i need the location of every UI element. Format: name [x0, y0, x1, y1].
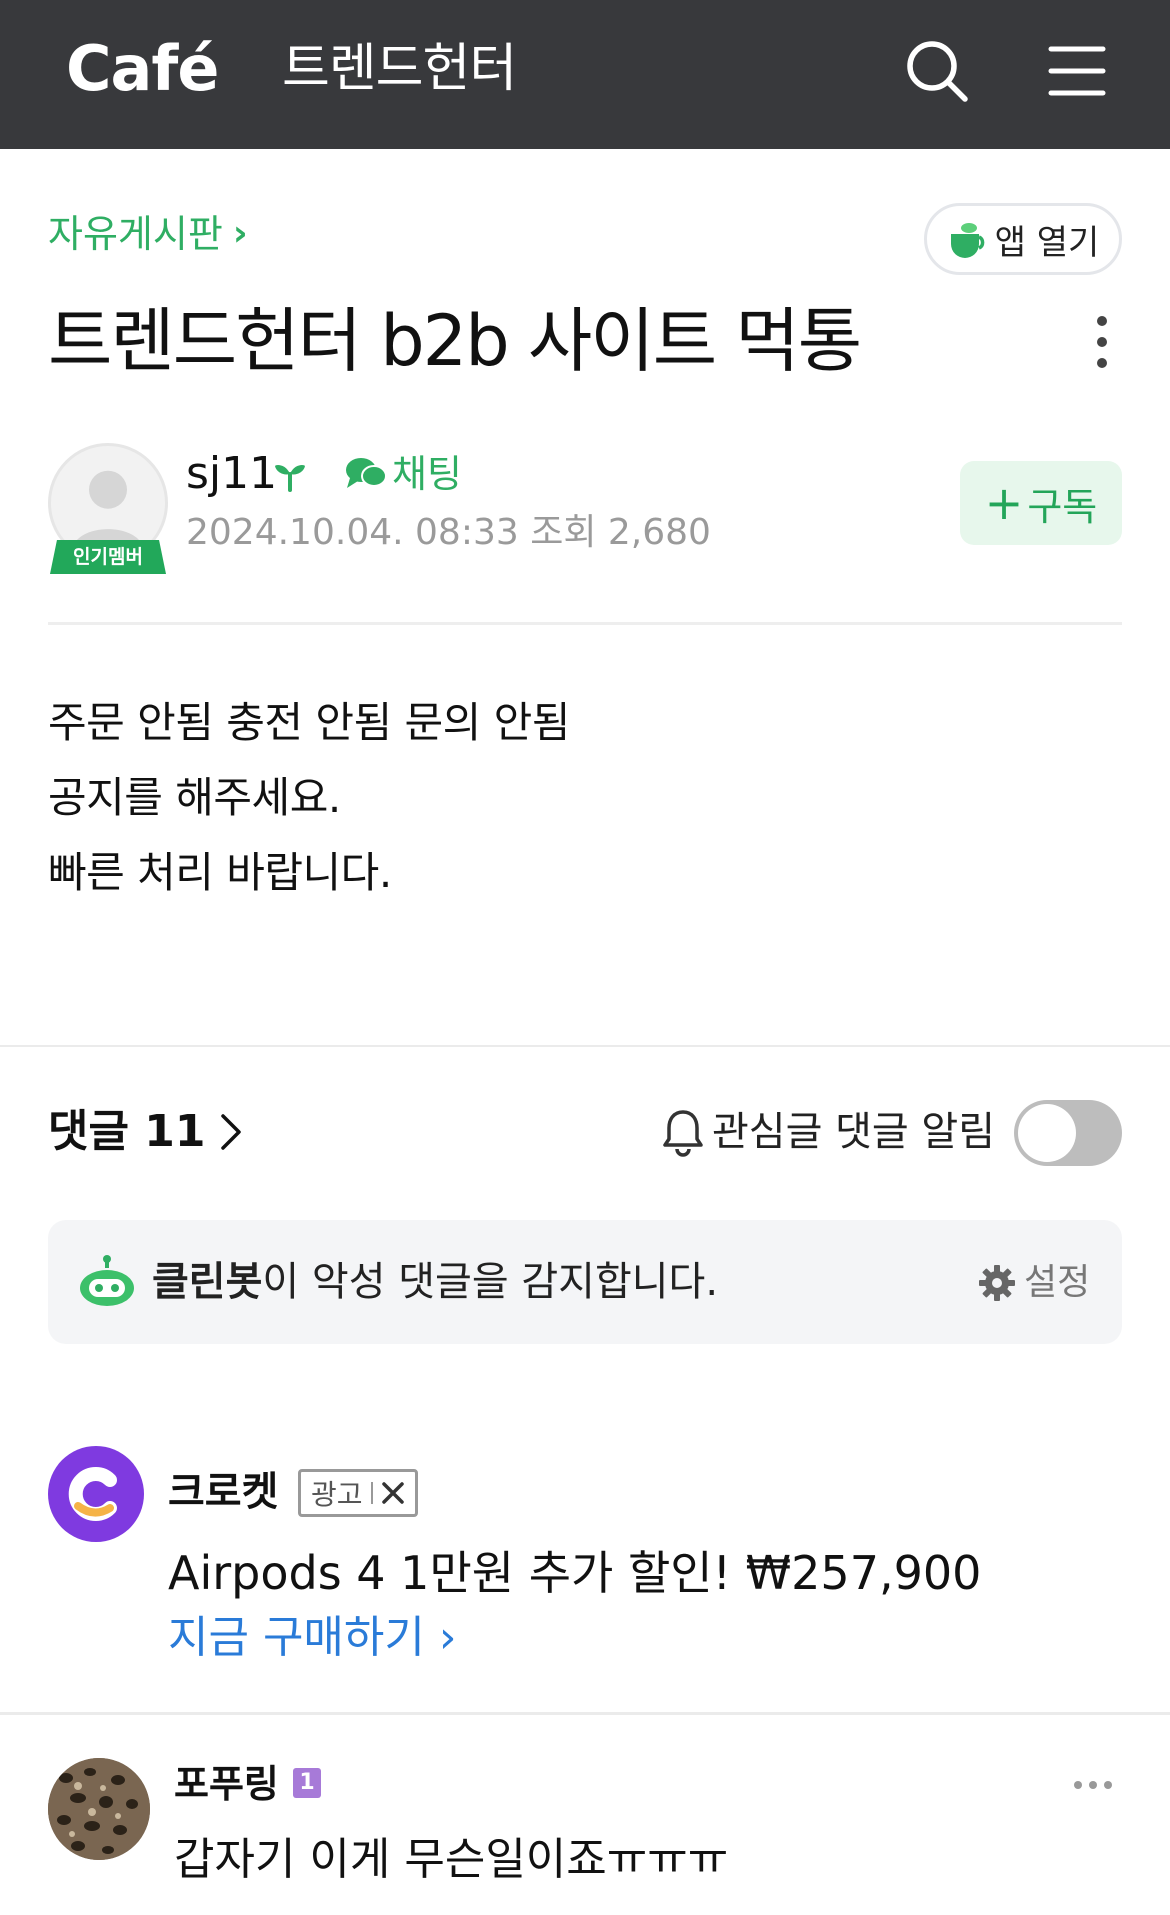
toggle-knob: [1018, 1104, 1076, 1162]
chevron-right-icon: [220, 1114, 241, 1150]
chat-button[interactable]: 채팅: [344, 448, 462, 500]
divider: [48, 622, 1122, 625]
chat-bubble-icon: [346, 458, 387, 488]
ad-brand-logo[interactable]: [48, 1446, 144, 1542]
post-date: 2024.10.04. 08:33: [186, 512, 519, 553]
author-name[interactable]: sj11: [186, 448, 277, 500]
divider: [0, 1045, 1170, 1047]
ad-label: 광고: [311, 1478, 363, 1511]
close-icon: [381, 1482, 404, 1504]
popular-member-badge: 인기멤버: [50, 540, 166, 574]
comments-count: 댓글 11: [48, 1106, 206, 1157]
open-app-label: 앱 열기: [994, 222, 1100, 263]
subscribe-label: 구독: [1027, 484, 1098, 529]
coffee-cup-icon: [950, 223, 984, 258]
comments-header[interactable]: 댓글 11: [48, 1100, 244, 1164]
cafe-name[interactable]: 트렌드헌터: [282, 38, 517, 100]
post-meta: 2024.10.04. 08:33 조회 2,680: [186, 510, 711, 556]
open-app-button[interactable]: 앱 열기: [924, 203, 1122, 275]
leopard-pattern-avatar-image: [48, 1758, 150, 1860]
divider: [0, 1712, 1170, 1715]
chevron-right-icon: ›: [232, 213, 248, 254]
cleanbot-banner: 클린봇이 악성 댓글을 감지합니다. 설정: [48, 1220, 1122, 1344]
cleanbot-name: 클린봇: [152, 1259, 263, 1305]
crocket-logo-icon: [68, 1467, 117, 1521]
body-line: 주문 안됨 충전 안됨 문의 안됨: [48, 698, 570, 747]
cleanbot-message: 클린봇이 악성 댓글을 감지합니다.: [152, 1256, 718, 1308]
plus-icon: +: [984, 476, 1024, 530]
cleanbot-robot-icon: [80, 1255, 134, 1306]
commenter-avatar[interactable]: [48, 1758, 150, 1860]
ad-buy-link[interactable]: 지금 구매하기 ›: [168, 1608, 456, 1668]
search-icon[interactable]: [904, 38, 970, 104]
more-horizontal-icon[interactable]: [1072, 1778, 1114, 1792]
chevron-right-icon: ›: [438, 1612, 457, 1663]
post-title: 트렌드헌터 b2b 사이트 먹통: [48, 300, 862, 382]
board-breadcrumb[interactable]: 자유게시판 ›: [48, 210, 248, 258]
body-line: 빠른 처리 바랍니다.: [48, 848, 392, 897]
comment-notify-label-group: 관심글 댓글 알림: [660, 1104, 995, 1160]
post-body: 주문 안됨 충전 안됨 문의 안됨 공지를 해주세요. 빠른 처리 바랍니다.: [48, 685, 570, 910]
subscribe-button[interactable]: + 구독: [960, 461, 1122, 545]
commenter-name[interactable]: 포푸링: [174, 1756, 279, 1812]
cafe-logo[interactable]: Café: [66, 34, 219, 104]
ad-brand-name[interactable]: 크로켓: [168, 1464, 278, 1520]
cleanbot-text: 이 악성 댓글을 감지합니다.: [262, 1259, 719, 1305]
menu-icon[interactable]: [1048, 44, 1106, 98]
divider: [370, 1482, 373, 1504]
chat-label: 채팅: [392, 452, 462, 496]
sprout-icon: [275, 464, 305, 492]
author-avatar-block[interactable]: 인기멤버: [48, 443, 168, 575]
more-vertical-icon[interactable]: [1090, 315, 1114, 369]
ad-text[interactable]: Airpods 4 1만원 추가 할인! ₩257,900: [168, 1542, 981, 1604]
body-line: 공지를 해주세요.: [48, 773, 341, 822]
notify-label: 관심글 댓글 알림: [712, 1109, 996, 1155]
gear-icon: [979, 1265, 1015, 1301]
cleanbot-settings-button[interactable]: 설정: [978, 1258, 1090, 1308]
settings-label: 설정: [1024, 1262, 1091, 1303]
post-views: 조회 2,680: [530, 512, 711, 553]
comment-notify-toggle[interactable]: [1014, 1100, 1122, 1166]
comment-text: 갑자기 이게 무슨일이죠ㅠㅠㅠ: [174, 1834, 729, 1885]
bell-icon: [663, 1110, 703, 1157]
member-level-badge: 1: [293, 1768, 321, 1798]
top-bar: Café 트렌드헌터: [0, 0, 1170, 149]
ad-label-badge[interactable]: 광고: [298, 1469, 418, 1517]
ad-cta-label: 지금 구매하기: [168, 1612, 425, 1663]
board-name: 자유게시판: [48, 212, 223, 256]
